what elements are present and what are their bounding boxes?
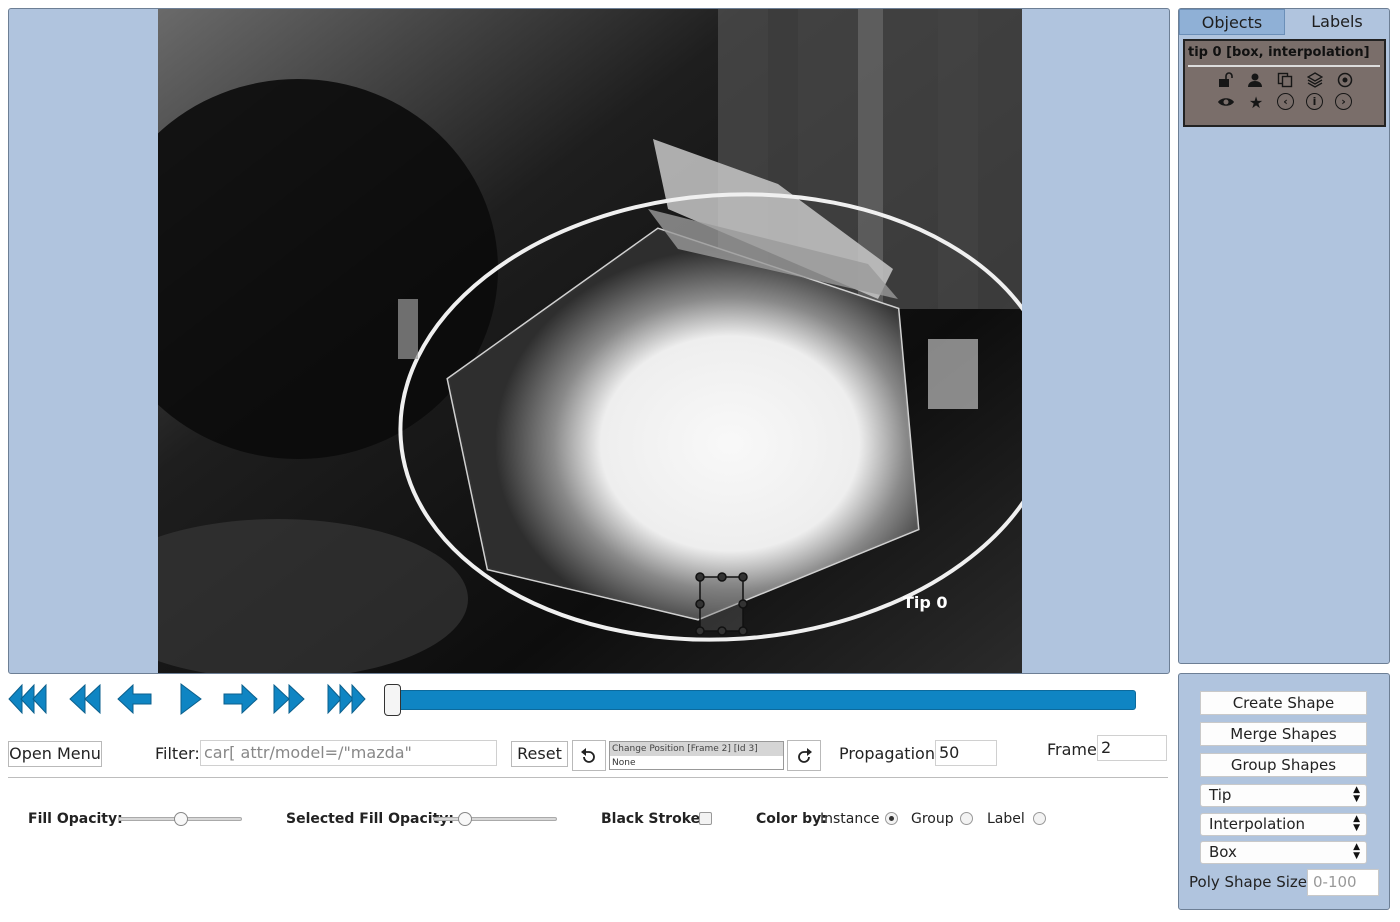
star-icon[interactable]: ★: [1247, 93, 1265, 112]
play-icon[interactable]: [178, 676, 204, 722]
undo-icon[interactable]: [572, 740, 606, 771]
label-select-value: Tip: [1209, 786, 1232, 804]
color-by-instance-label: Instance: [820, 811, 880, 827]
last-frame-icon[interactable]: [326, 676, 366, 722]
tab-labels[interactable]: Labels: [1285, 9, 1389, 35]
object-actions-row-2: ★ ‹ i ›: [1185, 93, 1384, 112]
target-icon[interactable]: [1336, 71, 1354, 89]
shape-label: Tip 0: [903, 593, 948, 612]
open-menu-button[interactable]: Open Menu: [8, 741, 102, 767]
selected-fill-opacity-slider[interactable]: [433, 812, 557, 826]
reset-filter-button[interactable]: Reset: [511, 741, 568, 767]
color-by-label-label: Label: [987, 811, 1025, 827]
player-area: Tip 0: [8, 8, 1170, 674]
propagation-label: Propagation:: [839, 744, 941, 763]
first-frame-icon[interactable]: [8, 676, 48, 722]
mode-select-value: Interpolation: [1209, 815, 1305, 833]
next-icon[interactable]: ›: [1335, 93, 1352, 110]
color-by-group-label: Group: [911, 811, 954, 827]
user-icon[interactable]: [1246, 71, 1264, 89]
previous-icon[interactable]: ‹: [1277, 93, 1294, 110]
color-by-label: Color by:: [756, 811, 827, 827]
next-frame-icon[interactable]: [222, 676, 258, 722]
forward-icon[interactable]: [272, 676, 306, 722]
merge-shapes-button[interactable]: Merge Shapes: [1200, 722, 1367, 746]
fill-opacity-label: Fill Opacity:: [28, 811, 123, 827]
history-item-current[interactable]: Change Position [Frame 2] [Id 3]: [610, 742, 783, 756]
frame-image: [158, 9, 1022, 673]
poly-shape-size-input[interactable]: 0-100: [1307, 869, 1379, 896]
select-arrows-icon: ▲ ▼: [1353, 842, 1360, 861]
color-by-instance-radio[interactable]: [885, 812, 898, 825]
filter-label: Filter:: [155, 744, 200, 763]
redo-icon[interactable]: [787, 740, 821, 771]
propagation-input[interactable]: 50: [935, 740, 997, 766]
object-title: tip 0 [box, interpolation]: [1188, 45, 1370, 60]
shape-controls-panel: Create Shape Merge Shapes Group Shapes T…: [1178, 673, 1390, 910]
sidebar-tabs: Objects Labels: [1179, 9, 1389, 35]
black-stroke-checkbox[interactable]: [699, 812, 712, 825]
filter-input[interactable]: car[ attr/model=/"mazda": [200, 740, 497, 766]
frame-input[interactable]: 2: [1097, 735, 1167, 761]
poly-shape-size-label: Poly Shape Size:: [1189, 873, 1313, 891]
info-icon[interactable]: i: [1306, 93, 1323, 110]
object-actions-row-1: [1185, 71, 1384, 89]
shape-type-select-value: Box: [1209, 843, 1237, 861]
color-by-group-radio[interactable]: [960, 812, 973, 825]
select-arrows-icon: ▲ ▼: [1353, 814, 1360, 833]
black-stroke-label: Black Stroke:: [601, 811, 706, 827]
copy-icon[interactable]: [1276, 71, 1294, 89]
create-shape-button[interactable]: Create Shape: [1200, 691, 1367, 715]
frame-label: Frame: [1047, 740, 1097, 759]
selected-fill-opacity-thumb[interactable]: [458, 812, 473, 826]
fill-opacity-thumb[interactable]: [174, 812, 188, 826]
fill-opacity-slider[interactable]: [118, 812, 242, 826]
layers-icon[interactable]: [1306, 71, 1324, 89]
history-item-none[interactable]: None: [610, 756, 783, 770]
frame-progress-bar[interactable]: [391, 690, 1136, 710]
tab-objects[interactable]: Objects: [1179, 9, 1285, 35]
objects-sidebar: Objects Labels tip 0 [box, interpolation…: [1178, 8, 1390, 664]
shape-type-select[interactable]: Box ▲ ▼: [1200, 841, 1367, 864]
unlock-icon[interactable]: [1216, 71, 1234, 89]
select-arrows-icon: ▲ ▼: [1353, 785, 1360, 804]
label-select[interactable]: Tip ▲ ▼: [1200, 784, 1367, 807]
color-by-label-radio[interactable]: [1033, 812, 1046, 825]
group-shapes-button[interactable]: Group Shapes: [1200, 753, 1367, 777]
object-divider: [1188, 65, 1380, 67]
selected-fill-opacity-label: Selected Fill Opacity:: [286, 811, 454, 827]
divider: [8, 777, 1168, 778]
backward-icon[interactable]: [68, 676, 102, 722]
object-card[interactable]: tip 0 [box, interpolation] ★ ‹ i ›: [1183, 39, 1386, 127]
mode-select[interactable]: Interpolation ▲ ▼: [1200, 813, 1367, 836]
eye-icon[interactable]: [1217, 93, 1235, 111]
video-frame[interactable]: Tip 0: [158, 9, 1022, 673]
history-list[interactable]: Change Position [Frame 2] [Id 3] None: [609, 741, 784, 770]
previous-frame-icon[interactable]: [117, 676, 153, 722]
progress-slider-thumb[interactable]: [384, 684, 401, 716]
